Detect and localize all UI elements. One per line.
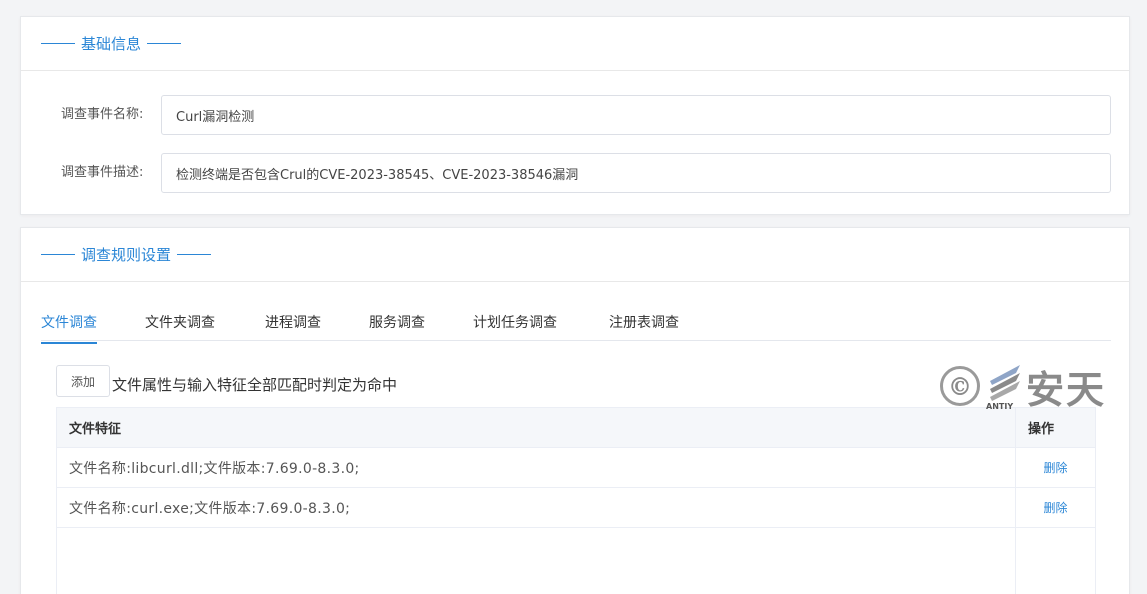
- rules-title: 调查规则设置: [41, 244, 212, 265]
- rules-header: 调查规则设置: [21, 228, 1129, 282]
- table-header: 文件特征 操作: [57, 408, 1095, 448]
- tab-folder[interactable]: 文件夹调查: [145, 312, 215, 342]
- rule-tabs: 文件调查 文件夹调查 进程调查 服务调查 计划任务调查 注册表调查: [41, 306, 1111, 344]
- row-action-cell: 删除: [1016, 448, 1095, 487]
- rules-title-text: 调查规则设置: [81, 246, 172, 264]
- event-name-input[interactable]: [161, 95, 1111, 135]
- event-name-row: 调查事件名称:: [21, 95, 1129, 135]
- title-line-right: [177, 254, 212, 255]
- row-feature: 文件名称:curl.exe;文件版本:7.69.0-8.3.0;: [57, 488, 1016, 527]
- basic-info-title: 基础信息: [41, 33, 182, 54]
- tab-scheduled-task[interactable]: 计划任务调查: [473, 312, 557, 342]
- feature-table: 文件特征 操作 文件名称:libcurl.dll;文件版本:7.69.0-8.3…: [56, 407, 1096, 594]
- tab-process[interactable]: 进程调查: [265, 312, 321, 342]
- basic-info-title-text: 基础信息: [81, 35, 142, 53]
- empty-action-cell: [1016, 528, 1095, 594]
- delete-link[interactable]: 删除: [1043, 459, 1067, 476]
- basic-info-card: 基础信息 调查事件名称: 调查事件描述:: [20, 16, 1130, 215]
- add-row: 添加 文件属性与输入特征全部匹配时判定为命中: [56, 365, 397, 397]
- tab-registry[interactable]: 注册表调查: [609, 312, 679, 342]
- table-row: 文件名称:libcurl.dll;文件版本:7.69.0-8.3.0; 删除: [57, 448, 1095, 488]
- match-rule-text: 文件属性与输入特征全部匹配时判定为命中: [112, 375, 398, 394]
- row-feature: 文件名称:libcurl.dll;文件版本:7.69.0-8.3.0;: [57, 448, 1016, 487]
- empty-feature-cell: [57, 528, 1016, 594]
- add-button[interactable]: 添加: [56, 365, 111, 397]
- rules-card: 调查规则设置 文件调查 文件夹调查 进程调查 服务调查 计划任务调查 注册表调查…: [20, 227, 1130, 594]
- event-name-label: 调查事件名称:: [61, 107, 144, 122]
- header-action: 操作: [1028, 422, 1055, 437]
- tab-service[interactable]: 服务调查: [369, 312, 425, 342]
- table-row: 文件名称:curl.exe;文件版本:7.69.0-8.3.0; 删除: [57, 488, 1095, 528]
- event-desc-label: 调查事件描述:: [61, 165, 144, 180]
- title-line-left: [41, 254, 75, 255]
- event-desc-input[interactable]: [161, 153, 1111, 193]
- header-feature: 文件特征: [57, 408, 1016, 447]
- row-action-cell: 删除: [1016, 488, 1095, 527]
- table-empty-area: [57, 528, 1095, 594]
- tab-file[interactable]: 文件调查: [41, 312, 97, 344]
- delete-link[interactable]: 删除: [1043, 499, 1067, 516]
- title-line-right: [147, 43, 182, 44]
- basic-info-header: 基础信息: [21, 17, 1129, 71]
- event-desc-row: 调查事件描述:: [21, 153, 1129, 193]
- title-line-left: [41, 43, 75, 44]
